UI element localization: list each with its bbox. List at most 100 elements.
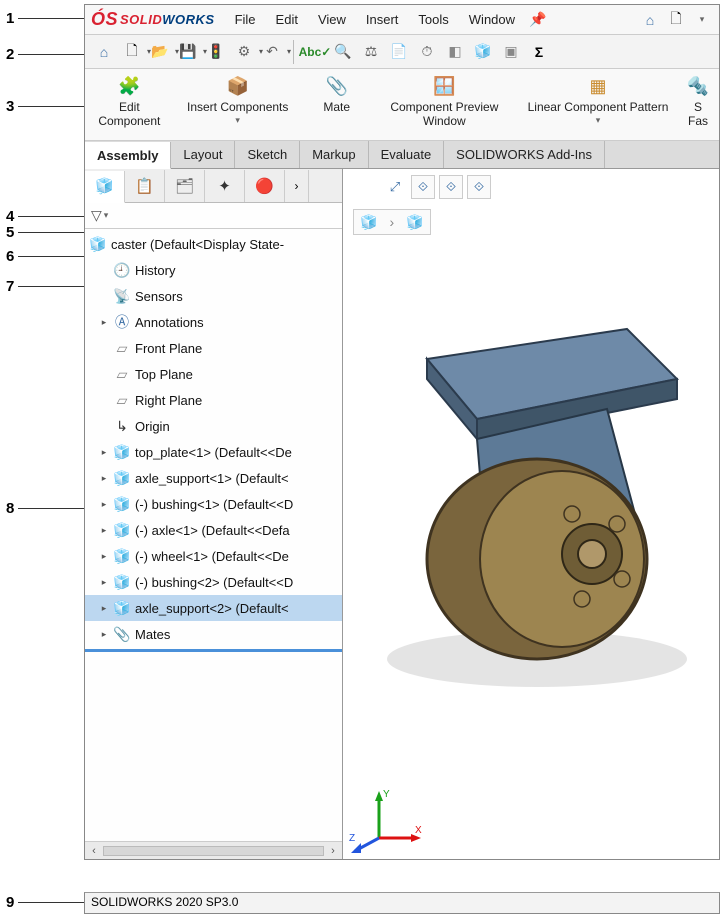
tree-component-5[interactable]: ▸ 🧊 (-) bushing<2> (Default<<D (85, 569, 342, 595)
menu-file[interactable]: File (227, 10, 264, 29)
assembly-icon: 🧊 (89, 236, 107, 253)
component-preview-button[interactable]: 🪟 Component Preview Window (376, 73, 513, 129)
document-tool-icon[interactable]: 📄 (386, 39, 412, 65)
tab-layout[interactable]: Layout (171, 141, 235, 168)
tab-expand[interactable]: › (285, 170, 309, 202)
tree-front-plane[interactable]: ▱ Front Plane (85, 335, 342, 361)
chevron-down-icon[interactable]: ▾ (691, 9, 713, 31)
tree-rollback-bar[interactable] (85, 649, 342, 652)
save-icon[interactable]: 💾▾ (175, 39, 201, 65)
expand-icon[interactable]: ▸ (99, 499, 109, 510)
label: Mate (323, 101, 350, 115)
expand-icon[interactable]: ▸ (99, 551, 109, 562)
callout-line (18, 54, 84, 55)
mate-button[interactable]: 📎 Mate (308, 73, 366, 115)
edit-component-button[interactable]: 🧩 Edit Component (91, 73, 168, 129)
undo-icon[interactable]: ↶▾ (259, 39, 285, 65)
insert-components-button[interactable]: 📦 Insert Components ▾ (178, 73, 298, 125)
tab-configuration-manager[interactable]: 🗂 (165, 170, 205, 202)
gauge-icon[interactable]: ⏱ (414, 39, 440, 65)
measure-icon[interactable]: ▣ (498, 39, 524, 65)
tree-component-3[interactable]: ▸ 🧊 (-) axle<1> (Default<<Defa (85, 517, 342, 543)
sigma-icon[interactable]: Σ (526, 39, 552, 65)
tab-dimxpert[interactable]: ✦ (205, 170, 245, 202)
tree-annotations[interactable]: ▸ Ⓐ Annotations (85, 309, 342, 335)
part-icon: 🧊 (113, 574, 131, 591)
scroll-left-icon[interactable]: ‹ (85, 845, 103, 857)
tree-origin[interactable]: ↳ Origin (85, 413, 342, 439)
scroll-track[interactable] (103, 846, 324, 856)
expand-icon[interactable]: ▸ (99, 603, 109, 614)
menu-window[interactable]: Window (461, 10, 523, 29)
pin-icon[interactable]: 📌 (527, 9, 549, 31)
tab-feature-tree[interactable]: 🧊 (85, 171, 125, 203)
tree-component-1[interactable]: ▸ 🧊 axle_support<1> (Default< (85, 465, 342, 491)
options-gear-icon[interactable]: ⚙▾ (231, 39, 257, 65)
new-icon[interactable]: 🗋▾ (119, 39, 145, 65)
spellcheck-icon[interactable]: Abc✓ (302, 39, 328, 65)
callout-7: 7 (6, 278, 14, 295)
tab-display-manager[interactable]: 🔴 (245, 170, 285, 202)
orientation-triad[interactable]: Y X Z (349, 783, 429, 853)
expand-icon[interactable]: ▸ (99, 577, 109, 588)
tree-sensors[interactable]: 📡 Sensors (85, 283, 342, 309)
tree-right-plane[interactable]: ▱ Right Plane (85, 387, 342, 413)
expand-icon[interactable]: ▸ (99, 473, 109, 484)
cube-green-icon[interactable]: 🧊 (470, 39, 496, 65)
tree-component-0[interactable]: ▸ 🧊 top_plate<1> (Default<<De (85, 439, 342, 465)
chevron-down-icon[interactable]: ▾ (104, 210, 109, 221)
panel-tabs: 🧊 📋 🗂 ✦ 🔴 › (85, 169, 342, 203)
breadcrumb-assembly-icon[interactable]: 🧊 (354, 214, 383, 231)
view-compass-icon[interactable]: ⟐ (467, 175, 491, 199)
menu-tools[interactable]: Tools (410, 10, 456, 29)
graphics-area[interactable]: ⤢ ⟐ ⟐ ⟐ 🧊 › 🧊 (343, 169, 719, 859)
open-icon[interactable]: 📂▾ (147, 39, 173, 65)
expand-icon[interactable]: ▸ (99, 525, 109, 536)
label: Component Preview Window (376, 101, 513, 129)
label: Edit Component (91, 101, 168, 129)
tree-component-4[interactable]: ▸ 🧊 (-) wheel<1> (Default<<De (85, 543, 342, 569)
cube-shaded-icon[interactable]: ◧ (442, 39, 468, 65)
expand-icon[interactable]: ▸ (99, 317, 109, 328)
home-icon[interactable]: ⌂ (91, 39, 117, 65)
balance-icon[interactable]: ⚖ (358, 39, 384, 65)
expand-flyout-icon[interactable]: ⤢ (383, 175, 407, 199)
tab-markup[interactable]: Markup (300, 141, 368, 168)
view-compass-icon[interactable]: ⟐ (439, 175, 463, 199)
tree-component-2[interactable]: ▸ 🧊 (-) bushing<1> (Default<<D (85, 491, 342, 517)
menu-insert[interactable]: Insert (358, 10, 407, 29)
tree-history[interactable]: 🕘 History (85, 257, 342, 283)
tree-component-6-selected[interactable]: ▸ 🧊 axle_support<2> (Default< (85, 595, 342, 621)
menu-view[interactable]: View (310, 10, 354, 29)
mates-paperclip-icon: 📎 (113, 626, 131, 643)
tab-property-manager[interactable]: 📋 (125, 170, 165, 202)
magnify-icon[interactable]: 🔍 (330, 39, 356, 65)
tab-assembly[interactable]: Assembly (85, 142, 171, 169)
tree-mates[interactable]: ▸ 📎 Mates (85, 621, 342, 647)
tab-sketch[interactable]: Sketch (235, 141, 300, 168)
traffic-light-icon[interactable]: 🚦 (203, 39, 229, 65)
expand-icon[interactable]: ▸ (99, 629, 109, 640)
filter-icon[interactable]: ▽ (91, 207, 102, 224)
label: Front Plane (135, 341, 202, 356)
breadcrumb-part-icon[interactable]: 🧊 (400, 214, 429, 231)
smart-fasteners-button[interactable]: 🔩 SFas (683, 73, 713, 129)
view-compass-icon[interactable]: ⟐ (411, 175, 435, 199)
linear-pattern-icon: ▦ (585, 73, 611, 99)
tree-root[interactable]: 🧊 caster (Default<Display State- (85, 231, 342, 257)
scroll-right-icon[interactable]: › (324, 845, 342, 857)
label: Annotations (135, 315, 204, 330)
tab-evaluate[interactable]: Evaluate (369, 141, 445, 168)
tab-addins[interactable]: SOLIDWORKS Add-Ins (444, 141, 605, 168)
linear-pattern-button[interactable]: ▦ Linear Component Pattern ▾ (523, 73, 673, 125)
label: (-) wheel<1> (Default<<De (135, 549, 289, 564)
expand-icon[interactable]: ▸ (99, 447, 109, 458)
quick-access-toolbar: ⌂ 🗋▾ 📂▾ 💾▾ 🚦 ⚙▾ ↶▾ Abc✓ 🔍 ⚖ 📄 ⏱ ◧ 🧊 ▣ Σ (85, 35, 719, 69)
home-icon[interactable]: ⌂ (639, 9, 661, 31)
horizontal-scrollbar[interactable]: ‹ › (85, 841, 342, 859)
tree-top-plane[interactable]: ▱ Top Plane (85, 361, 342, 387)
command-manager: 🧩 Edit Component 📦 Insert Components ▾ 📎… (85, 69, 719, 141)
menu-edit[interactable]: Edit (268, 10, 306, 29)
label: Right Plane (135, 393, 202, 408)
new-document-icon[interactable]: 🗋 (665, 9, 687, 31)
